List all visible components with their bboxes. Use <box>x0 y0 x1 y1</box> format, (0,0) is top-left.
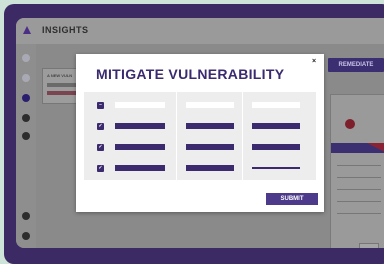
row-checkbox[interactable]: ✓ <box>97 165 104 172</box>
detail-stripe-accent <box>367 143 384 153</box>
mitigate-modal: MITIGATE VULNERABILITY × – ✓ ✓ ✓ SUBMIT <box>76 54 324 212</box>
table-cell <box>252 123 300 129</box>
table-cell <box>115 144 165 150</box>
table-cell <box>186 123 234 129</box>
table-cell <box>115 165 165 171</box>
top-bar: INSIGHTS <box>16 18 384 44</box>
column-divider <box>242 92 243 180</box>
table-cell <box>115 123 165 129</box>
table-cell <box>186 165 234 171</box>
nav-dot-6[interactable] <box>22 212 30 220</box>
detail-line <box>337 213 381 214</box>
nav-dot-1[interactable] <box>22 54 30 62</box>
nav-dot-2[interactable] <box>22 74 30 82</box>
vuln-card-caption: A NEW VULN <box>47 73 73 78</box>
table-cell <box>186 144 234 150</box>
table-cell <box>252 167 300 169</box>
detail-panel <box>330 94 384 248</box>
nav-dot-5[interactable] <box>22 132 30 140</box>
nav-dot-7[interactable] <box>22 232 30 240</box>
side-rail <box>16 44 36 248</box>
row-checkbox[interactable]: ✓ <box>97 144 104 151</box>
skull-icon <box>345 119 355 129</box>
column-divider <box>176 92 177 180</box>
row-checkbox[interactable]: ✓ <box>97 123 104 130</box>
table-cell <box>252 144 300 150</box>
detail-line <box>337 189 381 190</box>
app-brand: INSIGHTS <box>42 25 89 35</box>
detail-line <box>337 177 381 178</box>
select-all-checkbox[interactable]: – <box>97 102 104 109</box>
nav-dot-active[interactable] <box>22 94 30 102</box>
column-header-1 <box>115 102 165 108</box>
modal-title: MITIGATE VULNERABILITY <box>96 66 285 82</box>
close-icon[interactable]: × <box>312 58 316 65</box>
vulnerability-table: – ✓ ✓ ✓ <box>84 92 316 180</box>
column-header-3 <box>252 102 300 108</box>
column-header-2 <box>186 102 234 108</box>
detail-line <box>337 165 381 166</box>
detail-action-button[interactable] <box>359 243 379 248</box>
nav-dot-4[interactable] <box>22 114 30 122</box>
logo-icon <box>23 26 31 34</box>
detail-line <box>337 201 381 202</box>
remediate-button[interactable]: REMEDIATE <box>328 58 384 72</box>
submit-button[interactable]: SUBMIT <box>266 193 318 205</box>
